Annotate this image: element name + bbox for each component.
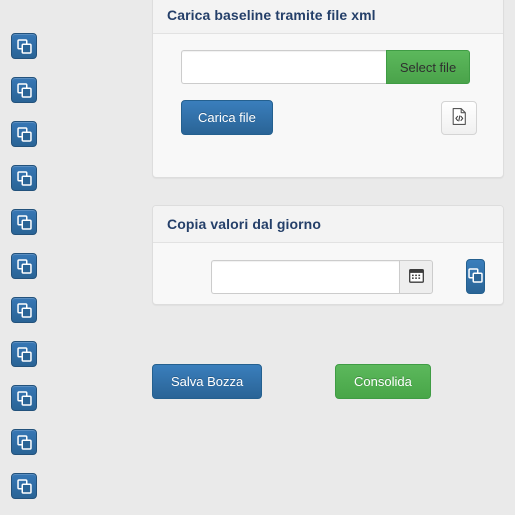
consolida-button[interactable]: Consolida	[335, 364, 431, 399]
copy-icon	[16, 126, 32, 142]
sidebar-copy-button-10[interactable]	[11, 429, 37, 455]
copy-icon	[16, 434, 32, 450]
day-date-input[interactable]	[211, 259, 399, 294]
sidebar-copy-button-3[interactable]	[11, 121, 37, 147]
copy-day-button[interactable]	[466, 259, 485, 294]
upload-actions-row: Carica file	[171, 100, 485, 135]
carica-file-button[interactable]: Carica file	[181, 100, 273, 135]
copy-icon	[468, 267, 483, 286]
panel-copia-valori: Copia valori dal giorno	[152, 205, 504, 305]
copy-day-row	[171, 259, 485, 294]
copy-icon	[16, 170, 32, 186]
salva-bozza-button[interactable]: Salva Bozza	[152, 364, 263, 399]
panel-carica-baseline-body: Select file Carica file	[153, 34, 503, 151]
select-file-button[interactable]: Select file	[386, 50, 470, 84]
copy-icon	[16, 346, 32, 362]
sidebar-copy-button-strip	[0, 0, 60, 515]
copy-icon	[16, 214, 32, 230]
copy-icon	[16, 38, 32, 54]
panel-copia-valori-title: Copia valori dal giorno	[167, 216, 321, 232]
panel-copia-valori-heading: Copia valori dal giorno	[153, 206, 503, 243]
sidebar-copy-button-8[interactable]	[11, 341, 37, 367]
file-code-icon	[452, 107, 467, 128]
copy-icon	[16, 302, 32, 318]
copy-icon	[16, 82, 32, 98]
date-picker-group	[211, 259, 433, 294]
sidebar-copy-button-2[interactable]	[11, 77, 37, 103]
calendar-icon	[408, 268, 424, 286]
copy-icon	[16, 258, 32, 274]
copy-icon	[16, 478, 32, 494]
sidebar-copy-button-5[interactable]	[11, 209, 37, 235]
sidebar-copy-button-11[interactable]	[11, 473, 37, 499]
sidebar-copy-button-1[interactable]	[11, 33, 37, 59]
panel-carica-baseline: Carica baseline tramite file xml Select …	[152, 0, 504, 178]
download-xml-template-button[interactable]	[441, 100, 477, 135]
sidebar-copy-button-9[interactable]	[11, 385, 37, 411]
calendar-picker-button[interactable]	[399, 259, 433, 294]
panel-copia-valori-body	[153, 243, 503, 310]
bottom-action-bar: Salva Bozza Consolida	[152, 364, 504, 399]
sidebar-copy-button-7[interactable]	[11, 297, 37, 323]
sidebar-copy-button-6[interactable]	[11, 253, 37, 279]
file-name-input[interactable]	[181, 50, 386, 84]
file-select-group: Select file	[171, 50, 485, 84]
panel-carica-baseline-title: Carica baseline tramite file xml	[167, 7, 376, 23]
sidebar-copy-button-4[interactable]	[11, 165, 37, 191]
panel-carica-baseline-heading: Carica baseline tramite file xml	[153, 0, 503, 34]
copy-icon	[16, 390, 32, 406]
